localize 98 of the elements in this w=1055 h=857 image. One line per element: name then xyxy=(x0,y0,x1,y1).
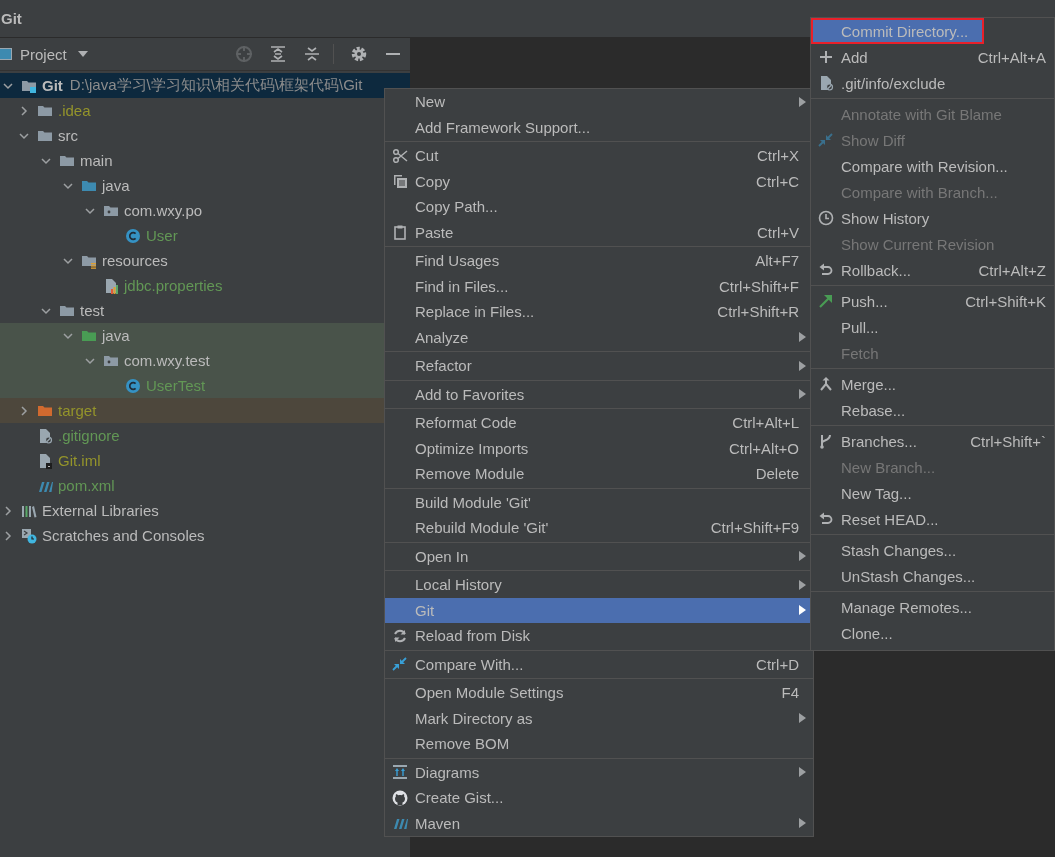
menu-item[interactable]: Compare with Revision... xyxy=(811,153,1054,179)
panel-icon xyxy=(0,46,12,62)
ignored-file-icon xyxy=(818,75,834,91)
menu-item[interactable]: Merge... xyxy=(811,371,1054,397)
undo-arrow-icon xyxy=(818,262,834,278)
item-name: pom.xml xyxy=(58,477,115,494)
menu-item[interactable]: Local History xyxy=(385,572,813,598)
menu-item[interactable]: Rebase... xyxy=(811,397,1054,423)
chevron-right-icon[interactable] xyxy=(2,504,14,517)
item-name: target xyxy=(58,402,97,419)
chevron-right-icon[interactable] xyxy=(18,404,30,417)
ignored-file-icon xyxy=(37,427,53,444)
shortcut-text: Ctrl+Shift+` xyxy=(970,432,1046,450)
shortcut-text: F4 xyxy=(781,684,799,702)
class-icon xyxy=(125,227,141,244)
menu-item[interactable]: Diagrams xyxy=(385,759,813,785)
menu-item[interactable]: Show History xyxy=(811,205,1054,231)
menu-item[interactable]: Open Module Settings F4 xyxy=(385,680,813,706)
menu-item[interactable]: New Tag... xyxy=(811,480,1054,506)
converging-arrows-icon xyxy=(818,132,834,148)
item-name: User xyxy=(146,227,178,244)
chevron-right-icon[interactable] xyxy=(18,104,30,117)
converging-arrows-icon xyxy=(392,656,408,673)
item-name: resources xyxy=(102,252,168,269)
menu-item[interactable]: Push... Ctrl+Shift+K xyxy=(811,288,1054,314)
diagram-icon xyxy=(392,764,408,781)
caret-icon[interactable] xyxy=(76,50,89,58)
item-name: jdbc.properties xyxy=(124,277,223,294)
chevron-right-icon[interactable] xyxy=(2,529,14,542)
menu-item[interactable]: Reset HEAD... xyxy=(811,506,1054,532)
scissors-icon xyxy=(392,147,408,164)
branch-icon xyxy=(818,433,834,449)
clipboard-icon xyxy=(392,224,408,241)
item-path: D:\java学习\学习知识\相关代码\框架代码\Git xyxy=(69,76,363,95)
panel-title[interactable]: Project xyxy=(20,45,67,63)
shortcut-text: Alt+F7 xyxy=(755,252,799,270)
shortcut-text: Ctrl+D xyxy=(756,655,799,673)
item-name: com.wxy.test xyxy=(124,352,210,369)
item-name: UserTest xyxy=(146,377,206,394)
shortcut-text: Ctrl+Alt+L xyxy=(732,414,799,432)
expand-all-icon[interactable] xyxy=(269,45,287,63)
shortcut-text: Ctrl+C xyxy=(756,172,799,190)
item-name: External Libraries xyxy=(42,502,159,519)
merge-icon xyxy=(818,376,834,392)
item-name: java xyxy=(102,177,130,194)
menu-item[interactable]: Stash Changes... xyxy=(811,537,1054,563)
menu-item[interactable]: Rollback... Ctrl+Alt+Z xyxy=(811,257,1054,283)
shortcut-text: Ctrl+Alt+O xyxy=(728,439,799,457)
item-name: src xyxy=(58,127,78,144)
undo-arrow-icon xyxy=(818,511,834,527)
refresh-icon xyxy=(392,627,408,644)
menu-item[interactable]: Pull... xyxy=(811,314,1054,340)
menu-item[interactable]: Remove BOM xyxy=(385,731,813,757)
clock-icon xyxy=(818,210,834,226)
menu-item[interactable]: Maven xyxy=(385,810,813,836)
menu-item[interactable]: Manage Remotes... xyxy=(811,594,1054,620)
shortcut-text: Ctrl+X xyxy=(756,147,799,165)
shortcut-text: Ctrl+Alt+Z xyxy=(978,261,1046,279)
item-name: .idea xyxy=(58,102,91,119)
menu-item[interactable]: Refactor xyxy=(385,353,813,379)
shortcut-text: Ctrl+Shift+R xyxy=(717,303,799,321)
menu-item[interactable]: Open In xyxy=(385,543,813,569)
menu-item[interactable]: Create Gist... xyxy=(385,785,813,811)
shortcut-text: Ctrl+Alt+A xyxy=(977,48,1046,66)
scratch-file-icon xyxy=(21,527,37,544)
shortcut-text: Delete xyxy=(755,465,799,483)
item-name: main xyxy=(80,152,113,169)
diagonal-arrow-icon xyxy=(818,293,834,309)
properties-file-icon xyxy=(103,277,119,294)
item-name: .gitignore xyxy=(58,427,120,444)
menu-item[interactable]: Reload from Disk xyxy=(385,623,813,649)
class-icon xyxy=(125,377,141,394)
item-name: Git.iml xyxy=(58,452,101,469)
item-name: test xyxy=(80,302,105,319)
module-file-icon xyxy=(37,452,53,469)
menu-item[interactable]: .git/info/exclude xyxy=(811,70,1054,96)
shortcut-text: Ctrl+Shift+F xyxy=(718,277,799,295)
settings-icon[interactable] xyxy=(350,45,368,63)
collapse-all-icon[interactable] xyxy=(303,45,321,63)
item-name: Git xyxy=(42,77,63,94)
pages-icon xyxy=(392,173,408,190)
menu-item[interactable]: Clone... xyxy=(811,620,1054,646)
shortcut-text: Ctrl+Shift+K xyxy=(965,292,1046,310)
menu-item[interactable]: Branches... Ctrl+Shift+` xyxy=(811,428,1054,454)
shortcut-text: Ctrl+Shift+F9 xyxy=(710,519,799,537)
item-name: com.wxy.po xyxy=(124,202,203,219)
plus-icon xyxy=(818,49,834,65)
item-name: java xyxy=(102,327,130,344)
window-title: Git xyxy=(1,10,22,27)
shortcut-text: Ctrl+V xyxy=(756,223,799,241)
tree-item[interactable]: Git D:\java学习\学习知识\相关代码\框架代码\Git xyxy=(0,73,410,98)
menu-item[interactable]: Compare With... Ctrl+D xyxy=(385,651,813,677)
menu-item[interactable]: Mark Directory as xyxy=(385,705,813,731)
item-name: Scratches and Consoles xyxy=(42,527,205,544)
menu-item[interactable]: Add to Favorites xyxy=(385,381,813,407)
cat-silhouette-icon xyxy=(392,789,408,806)
menu-item[interactable]: UnStash Changes... xyxy=(811,563,1054,589)
menu-item[interactable]: Add Ctrl+Alt+A xyxy=(811,44,1054,70)
